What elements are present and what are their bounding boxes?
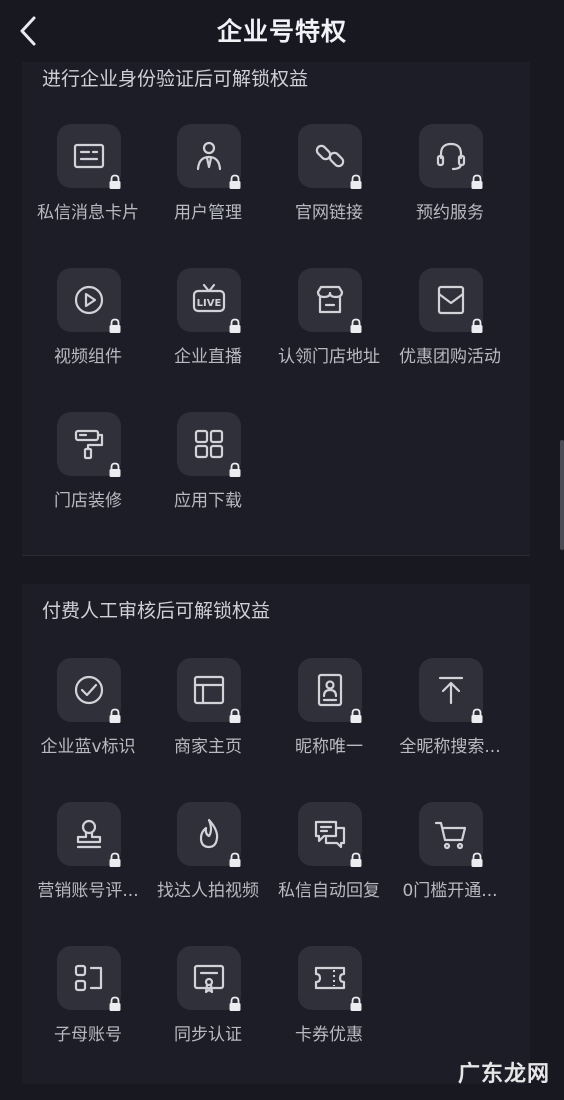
benefit-label: 同步认证	[174, 1025, 242, 1045]
coupon-envelope-icon	[437, 285, 465, 315]
benefit-item[interactable]: 全昵称搜索...	[386, 658, 514, 778]
benefit-grid: 私信消息卡片 用户管理 官网链接 预约服务视频组件 LIVE 企业直播 认领门店地址 优惠团购…	[22, 62, 530, 555]
benefit-label: 认领门店地址	[278, 347, 380, 367]
benefit-item[interactable]: 子母账号	[24, 946, 152, 1066]
lock-icon	[470, 852, 484, 868]
lock-icon	[228, 852, 242, 868]
stamp-icon	[76, 819, 102, 849]
divider	[22, 555, 530, 556]
benefit-item[interactable]: 营销账号评...	[24, 802, 152, 922]
benefit-item[interactable]: 优惠团购活动	[386, 268, 514, 388]
lock-icon	[470, 708, 484, 724]
play-circle-icon	[74, 285, 104, 315]
svg-text:LIVE: LIVE	[197, 298, 222, 309]
chat-bubbles-icon	[314, 820, 346, 849]
benefit-item[interactable]: 应用下载	[144, 412, 272, 532]
lock-icon	[108, 708, 122, 724]
benefit-item[interactable]: 预约服务	[386, 124, 514, 244]
lock-icon	[228, 708, 242, 724]
benefit-item[interactable]: 门店装修	[24, 412, 152, 532]
benefit-item[interactable]: 找达人拍视频	[144, 802, 272, 922]
layout-icon	[193, 675, 225, 705]
benefit-grid: 企业蓝v标识 商家主页 昵称唯一 全昵称搜索... 营销账号评... 找达人拍视频 私信自动…	[22, 584, 530, 1084]
benefit-item[interactable]: 私信自动回复	[265, 802, 393, 922]
benefit-label: 全昵称搜索...	[399, 737, 501, 757]
benefit-label: 应用下载	[174, 491, 242, 511]
flame-icon	[199, 818, 219, 849]
lock-icon	[108, 852, 122, 868]
benefit-label: 预约服务	[416, 203, 484, 223]
lock-icon	[349, 318, 363, 334]
paint-roller-icon	[74, 429, 104, 460]
benefit-item[interactable]: 卡券优惠	[265, 946, 393, 1066]
lock-icon	[108, 174, 122, 190]
lock-icon	[228, 174, 242, 190]
store-icon	[316, 285, 344, 314]
benefit-label: 门店装修	[54, 491, 122, 511]
lock-icon	[349, 852, 363, 868]
benefit-label: 卡券优惠	[295, 1025, 363, 1045]
lock-icon	[228, 996, 242, 1012]
link-icon	[315, 144, 345, 168]
upload-top-icon	[438, 676, 464, 705]
benefit-label: 商家主页	[174, 737, 242, 757]
benefit-label: 优惠团购活动	[399, 347, 501, 367]
benefit-label: 视频组件	[54, 347, 122, 367]
lock-icon	[470, 318, 484, 334]
benefit-label: 企业直播	[174, 347, 242, 367]
benefit-item[interactable]: 昵称唯一	[265, 658, 393, 778]
watermark: 广东龙网	[457, 1062, 550, 1087]
live-tv-icon: LIVE	[192, 283, 226, 313]
section-verified-benefits: 进行企业身份验证后可解锁权益 私信消息卡片 用户管理 官网链接 预约服务 视频组件 LIV…	[22, 62, 530, 555]
lock-icon	[349, 174, 363, 190]
benefit-item[interactable]: 商家主页	[144, 658, 272, 778]
benefit-label: 营销账号评...	[37, 881, 139, 901]
benefit-item[interactable]: 0门槛开通...	[386, 802, 514, 922]
top-bar: 企业号特权	[0, 0, 564, 62]
app-grid-icon	[194, 429, 224, 459]
benefit-label: 官网链接	[295, 203, 363, 223]
lock-icon	[470, 174, 484, 190]
benefit-item[interactable]: 用户管理	[144, 124, 272, 244]
benefit-label: 0门槛开通...	[402, 881, 498, 901]
lock-icon	[228, 318, 242, 334]
certificate-icon	[193, 964, 225, 994]
lock-icon	[349, 996, 363, 1012]
lock-icon	[228, 462, 242, 478]
benefit-label: 私信自动回复	[278, 881, 380, 901]
benefit-label: 私信消息卡片	[37, 203, 139, 223]
headset-icon	[436, 142, 466, 171]
id-badge-icon	[317, 673, 343, 707]
cart-icon	[434, 821, 467, 850]
lock-icon	[108, 996, 122, 1012]
benefit-label: 昵称唯一	[295, 737, 363, 757]
benefit-label: 子母账号	[54, 1025, 122, 1045]
page-title: 企业号特权	[216, 17, 347, 46]
lock-icon	[108, 318, 122, 334]
benefit-item[interactable]: LIVE 企业直播	[144, 268, 272, 388]
benefit-item[interactable]: 认领门店地址	[265, 268, 393, 388]
benefit-item[interactable]: 同步认证	[144, 946, 272, 1066]
benefit-item[interactable]: 官网链接	[265, 124, 393, 244]
benefit-label: 企业蓝v标识	[40, 737, 136, 757]
scrollbar[interactable]	[560, 440, 564, 550]
ticket-icon	[314, 966, 346, 990]
card-icon	[73, 143, 105, 169]
benefit-item[interactable]: 视频组件	[24, 268, 152, 388]
benefit-label: 用户管理	[174, 203, 242, 223]
lock-icon	[349, 708, 363, 724]
lock-icon	[108, 462, 122, 478]
benefit-item[interactable]: 企业蓝v标识	[24, 658, 152, 778]
benefit-label: 找达人拍视频	[157, 881, 259, 901]
sub-accounts-icon	[74, 964, 103, 992]
check-circle-icon	[74, 675, 104, 705]
person-tie-icon	[196, 141, 222, 171]
benefit-item[interactable]: 私信消息卡片	[24, 124, 152, 244]
section-paid-review-benefits: 付费人工审核后可解锁权益 企业蓝v标识 商家主页 昵称唯一 全昵称搜索... 营销账号评…	[22, 584, 530, 1084]
